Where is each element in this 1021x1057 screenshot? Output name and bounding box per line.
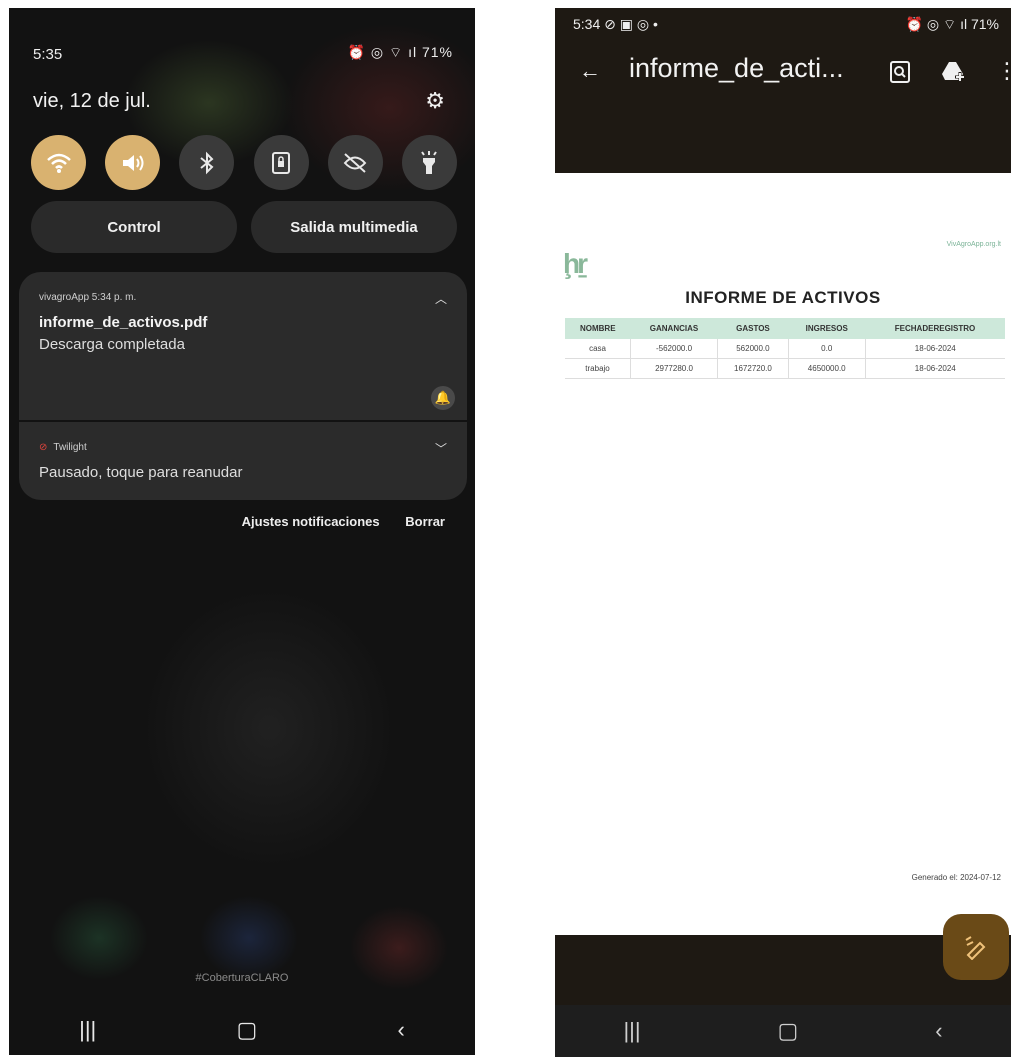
notification-title: informe_de_activos.pdf: [39, 314, 208, 331]
home-icon[interactable]: ▢: [778, 1018, 799, 1044]
notification-body: Descarga completada: [39, 336, 185, 353]
pdf-viewer: 5:34 ⊘ ▣ ◎ • ⏰ ◎ ⌔ ıl 71% ← informe_de_a…: [555, 8, 1011, 1057]
table-row: trabajo 2977280.0 1672720.0 4650000.0 18…: [565, 358, 1005, 379]
table-cell: 1672720.0: [717, 358, 789, 379]
media-output-button[interactable]: Salida multimedia: [251, 201, 457, 253]
flashlight-icon[interactable]: [401, 135, 457, 190]
table-cell: 4650000.0: [788, 358, 866, 379]
status-icons: ⏰ ◎ ⌔ ıl 71%: [347, 44, 453, 60]
table-cell: 2977280.0: [630, 358, 718, 379]
bell-icon[interactable]: 🔔: [431, 386, 455, 410]
table-row: casa -562000.0 562000.0 0.0 18-06-2024: [565, 339, 1005, 359]
recents-icon[interactable]: |||: [79, 1017, 96, 1043]
report-title: INFORME DE ACTIVOS: [685, 288, 881, 307]
notification-actions: Ajustes notificaciones Borrar: [220, 514, 445, 529]
table-header: GASTOS: [717, 318, 789, 339]
control-button[interactable]: Control: [31, 201, 237, 253]
document-title: informe_de_acti...: [629, 53, 844, 83]
twilight-icon: ⊘: [39, 442, 48, 453]
back-icon[interactable]: ‹: [398, 1017, 405, 1043]
table-cell: 18-06-2024: [865, 339, 1005, 359]
pdf-page: ḩṟ VivAgroApp.org.lt INFORME DE ACTIVOS …: [555, 173, 1011, 933]
toolbar: 5:34 ⊘ ▣ ◎ • ⏰ ◎ ⌔ ıl 71% ← informe_de_a…: [555, 8, 1011, 173]
rotation-lock-icon[interactable]: [253, 135, 309, 190]
notification-app-label: Twilight: [53, 442, 87, 453]
notification-download[interactable]: vivagroApp 5:34 p. m. informe_de_activos…: [19, 272, 467, 420]
date-label: vie, 12 de jul.: [33, 90, 151, 112]
settings-gear-icon[interactable]: ⚙: [425, 88, 445, 114]
chevron-down-icon[interactable]: ﹀: [435, 440, 447, 457]
sound-icon[interactable]: [105, 135, 161, 190]
edit-fab-icon[interactable]: [943, 914, 1009, 980]
clear-all-link[interactable]: Borrar: [405, 514, 445, 529]
notification-app-label: vivagroApp 5:34 p. m.: [39, 292, 137, 303]
table-cell: trabajo: [565, 358, 632, 379]
home-icon[interactable]: ▢: [237, 1017, 258, 1043]
recents-icon[interactable]: |||: [623, 1018, 640, 1044]
notification-twilight[interactable]: ⊘ Twilight Pausado, toque para reanudar ﹀: [19, 422, 467, 500]
table-header-row: NOMBRE GANANCIAS GASTOS INGRESOS FECHADE…: [565, 318, 1005, 339]
media-controls-row: Control Salida multimedia: [31, 201, 457, 253]
more-options-icon[interactable]: ⋮: [996, 58, 1011, 84]
chevron-up-icon[interactable]: ︿: [435, 290, 447, 307]
site-url: VivAgroApp.org.lt: [946, 241, 1001, 248]
search-document-icon[interactable]: [889, 60, 911, 90]
table-cell: -562000.0: [630, 339, 718, 359]
table-cell: 562000.0: [717, 339, 789, 359]
status-time: 5:35: [33, 46, 63, 63]
table-header: GANANCIAS: [630, 318, 718, 339]
notification-body: Pausado, toque para reanudar: [39, 464, 243, 481]
assets-table: NOMBRE GANANCIAS GASTOS INGRESOS FECHADE…: [565, 318, 1005, 379]
table-header: FECHADEREGISTRO: [865, 318, 1005, 339]
nav-bar: ||| ▢ ‹: [9, 1005, 475, 1055]
wifi-icon[interactable]: [31, 135, 86, 190]
nav-bar: ||| ▢ ‹: [555, 1005, 1011, 1057]
table-cell: 18-06-2024: [865, 358, 1005, 379]
status-icons: ⏰ ◎ ⌔ ıl 71%: [905, 16, 999, 32]
status-time: 5:34 ⊘ ▣ ◎ •: [573, 16, 658, 32]
table-header: NOMBRE: [565, 318, 631, 339]
notification-shade: 5:35 ⏰ ◎ ⌔ ıl 71% vie, 12 de jul. ⚙ Cont…: [9, 8, 475, 1055]
eye-comfort-icon[interactable]: [327, 135, 383, 190]
generated-date: Generado el: 2024-07-12: [911, 873, 1001, 882]
notification-settings-link[interactable]: Ajustes notificaciones: [242, 514, 380, 529]
table-header: INGRESOS: [788, 318, 866, 339]
bluetooth-icon[interactable]: [179, 135, 235, 190]
back-icon[interactable]: ‹: [935, 1018, 942, 1044]
back-arrow-icon[interactable]: ←: [579, 58, 601, 84]
table-cell: casa: [565, 339, 632, 359]
quick-settings-row: [31, 135, 457, 190]
table-cell: 0.0: [788, 339, 866, 359]
carrier-label: #CoberturaCLARO: [195, 972, 289, 984]
app-logo: ḩṟ: [563, 248, 588, 279]
drive-add-icon[interactable]: [941, 60, 967, 90]
